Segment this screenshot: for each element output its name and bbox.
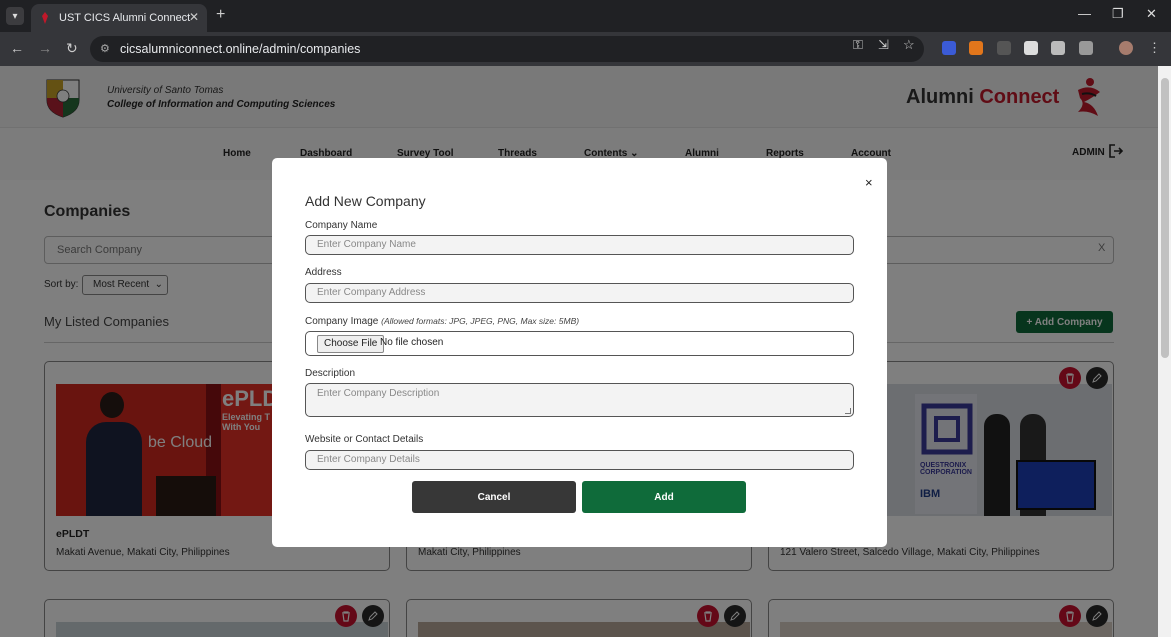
website-label: Website or Contact Details: [305, 434, 424, 445]
add-button[interactable]: Add: [582, 481, 746, 513]
address-label: Address: [305, 267, 342, 278]
extension-qr-icon[interactable]: [1024, 41, 1038, 55]
company-image-label: Company Image (Allowed formats: JPG, JPE…: [305, 316, 579, 327]
extension-pen-icon[interactable]: [997, 41, 1011, 55]
tab-title: UST CICS Alumni Connect: [59, 12, 191, 24]
maximize-icon[interactable]: ❐: [1112, 6, 1124, 22]
address-bar[interactable]: ⚙ cicsalumniconnect.online/admin/compani…: [90, 36, 924, 62]
description-placeholder: Enter Company Description: [317, 388, 440, 399]
bookmark-star-icon[interactable]: ☆: [903, 37, 915, 53]
favicon-icon: [39, 12, 51, 24]
cancel-button[interactable]: Cancel: [412, 481, 576, 513]
choose-file-button[interactable]: Choose File: [317, 335, 385, 353]
profile-avatar[interactable]: [1119, 41, 1133, 55]
allowed-formats-note: (Allowed formats: JPG, JPEG, PNG, Max si…: [381, 316, 580, 326]
reload-icon[interactable]: ↻: [66, 40, 78, 57]
company-image-label-text: Company Image: [305, 316, 379, 327]
back-icon[interactable]: ←: [10, 40, 24, 56]
minimize-icon[interactable]: —: [1078, 6, 1091, 21]
browser-tabbar: ▾ UST CICS Alumni Connect ✕ + — ❐ ✕: [0, 0, 1171, 32]
file-status-text: No file chosen: [380, 337, 444, 348]
tab-close-icon[interactable]: ✕: [189, 10, 199, 24]
company-name-input[interactable]: Enter Company Name: [305, 235, 854, 255]
company-image-file-input[interactable]: Choose File No file chosen: [305, 331, 854, 356]
modal-title: Add New Company: [305, 193, 426, 209]
company-name-label: Company Name: [305, 220, 378, 231]
site-info-icon[interactable]: ⚙: [100, 42, 110, 55]
window-close-icon[interactable]: ✕: [1146, 6, 1157, 22]
modal-close-button[interactable]: ×: [865, 175, 873, 190]
description-textarea[interactable]: Enter Company Description: [305, 383, 854, 417]
extension-camera-icon[interactable]: [1051, 41, 1065, 55]
new-tab-icon[interactable]: +: [216, 6, 225, 24]
address-input[interactable]: Enter Company Address: [305, 283, 854, 303]
url-text: cicsalumniconnect.online/admin/companies: [120, 42, 361, 56]
page-scrollbar[interactable]: [1158, 66, 1171, 637]
install-app-icon[interactable]: ⇲: [878, 37, 889, 53]
forward-icon[interactable]: →: [38, 40, 52, 56]
add-company-modal: Add New Company × Company Name Enter Com…: [272, 158, 887, 547]
website-input[interactable]: Enter Company Details: [305, 450, 854, 470]
password-key-icon[interactable]: ⚿: [853, 37, 863, 53]
browser-menu-icon[interactable]: ⋮: [1148, 40, 1161, 56]
extension-fox-icon[interactable]: [969, 41, 983, 55]
tab-search-icon[interactable]: ▾: [6, 7, 24, 25]
extension-shield-icon[interactable]: [942, 41, 956, 55]
resize-handle-icon[interactable]: [845, 408, 851, 414]
extensions-puzzle-icon[interactable]: [1079, 41, 1093, 55]
browser-toolbar: ← → ↻ ⚙ cicsalumniconnect.online/admin/c…: [0, 32, 1171, 66]
description-label: Description: [305, 368, 356, 379]
browser-tab[interactable]: UST CICS Alumni Connect ✕: [31, 4, 207, 32]
scrollbar-thumb[interactable]: [1161, 78, 1169, 358]
